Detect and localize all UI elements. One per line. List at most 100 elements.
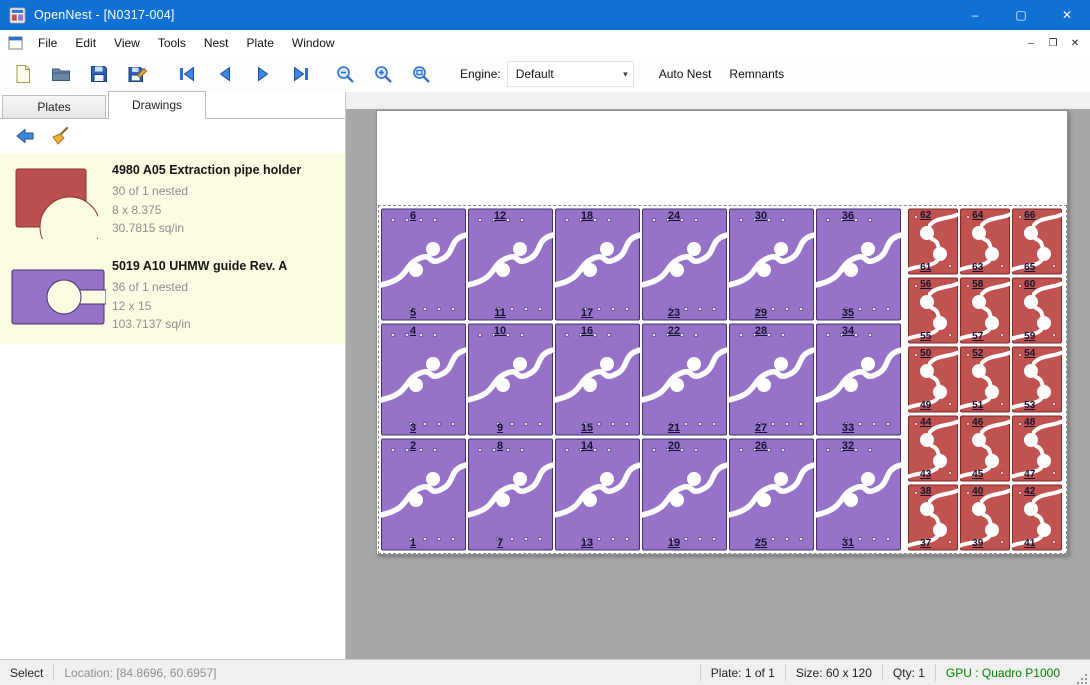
nested-part-pair[interactable]: 2221 <box>641 322 728 437</box>
menu-window[interactable]: Window <box>283 31 344 55</box>
part-number: 56 <box>920 279 931 290</box>
mdi-close-button[interactable]: ✕ <box>1064 34 1086 52</box>
drawing-area: 30.7815 sq/in <box>112 219 301 238</box>
nested-part-pair[interactable]: 1817 <box>554 207 641 322</box>
menu-plate[interactable]: Plate <box>238 31 283 55</box>
resize-grip-icon[interactable] <box>1070 658 1090 685</box>
next-plate-button[interactable] <box>246 59 280 89</box>
app-icon <box>9 7 26 24</box>
part-pair-shape <box>959 276 1011 345</box>
drawing-list: 4980 A05 Extraction pipe holder 30 of 1 … <box>0 153 345 660</box>
remnants-button[interactable]: Remnants <box>720 60 793 88</box>
nested-part-pair[interactable]: 5049 <box>907 345 959 414</box>
nested-part-pair[interactable]: 1211 <box>467 207 554 322</box>
new-file-icon <box>13 64 33 84</box>
nested-part-pair[interactable]: 4847 <box>1011 414 1063 483</box>
part-number: 10 <box>494 325 506 337</box>
nested-part-pair[interactable]: 4645 <box>959 414 1011 483</box>
nested-part-pair[interactable]: 6059 <box>1011 276 1063 345</box>
part-number: 14 <box>581 440 593 452</box>
nested-part-pair[interactable]: 6665 <box>1011 207 1063 276</box>
minimize-button[interactable]: – <box>952 0 998 30</box>
menu-view[interactable]: View <box>105 31 149 55</box>
part-number: 22 <box>668 325 680 337</box>
nested-part-pair[interactable]: 109 <box>467 322 554 437</box>
nested-part-pair[interactable]: 2827 <box>728 322 815 437</box>
menu-tools[interactable]: Tools <box>149 31 195 55</box>
part-number: 12 <box>494 210 506 222</box>
drawing-size: 12 x 15 <box>112 297 287 316</box>
part-thumbnail-red <box>8 157 108 239</box>
next-arrow-icon <box>253 64 273 84</box>
last-plate-button[interactable] <box>284 59 318 89</box>
nested-part-pair[interactable]: 4443 <box>907 414 959 483</box>
part-number: 36 <box>842 210 854 222</box>
nest-canvas[interactable]: 6512111817242330293635431091615222128273… <box>346 92 1090 660</box>
nested-part-pair[interactable]: 5857 <box>959 276 1011 345</box>
part-number: 55 <box>920 331 931 342</box>
part-number: 54 <box>1024 348 1035 359</box>
part-pair-shape <box>380 437 467 552</box>
content-area: Plates Drawings <box>0 92 1090 660</box>
auto-nest-button[interactable]: Auto Nest <box>650 60 721 88</box>
tab-drawings[interactable]: Drawings <box>108 91 206 119</box>
save-button[interactable] <box>82 59 116 89</box>
nested-part-pair[interactable]: 4039 <box>959 483 1011 552</box>
part-number: 59 <box>1024 331 1035 342</box>
nested-part-pair[interactable]: 3231 <box>815 437 902 552</box>
menu-file[interactable]: File <box>29 31 66 55</box>
mdi-restore-button[interactable]: ❐ <box>1042 34 1064 52</box>
drawing-title: 4980 A05 Extraction pipe holder <box>112 163 301 177</box>
nested-part-pair[interactable]: 5453 <box>1011 345 1063 414</box>
mdi-minimize-button[interactable]: – <box>1020 34 1042 52</box>
nested-part-pair[interactable]: 65 <box>380 207 467 322</box>
drawing-nested: 36 of 1 nested <box>112 278 287 297</box>
previous-plate-button[interactable] <box>208 59 242 89</box>
nested-part-pair[interactable]: 5251 <box>959 345 1011 414</box>
engine-select[interactable]: Default ▾ <box>507 61 634 87</box>
nested-part-pair[interactable]: 3837 <box>907 483 959 552</box>
nested-part-pair[interactable]: 56 55 <box>907 276 959 345</box>
nested-part-pair[interactable]: 21 <box>380 437 467 552</box>
save-as-button[interactable] <box>120 59 154 89</box>
nested-part-pair[interactable]: 3029 <box>728 207 815 322</box>
part-pair-shape <box>815 437 902 552</box>
part-pair-shape <box>728 437 815 552</box>
chevron-down-icon: ▾ <box>623 69 628 80</box>
nested-part-pair[interactable]: 1413 <box>554 437 641 552</box>
menu-edit[interactable]: Edit <box>66 31 105 55</box>
nested-part-pair[interactable]: 87 <box>467 437 554 552</box>
menu-nest[interactable]: Nest <box>195 31 238 55</box>
part-pair-shape <box>641 437 728 552</box>
import-drawing-button[interactable] <box>10 123 40 150</box>
close-button[interactable]: ✕ <box>1044 0 1090 30</box>
nested-part-pair[interactable]: 2423 <box>641 207 728 322</box>
part-number: 63 <box>972 262 983 273</box>
clear-drawings-button[interactable] <box>46 123 76 150</box>
part-number: 39 <box>972 538 983 549</box>
nested-part-pair[interactable]: 4241 <box>1011 483 1063 552</box>
nested-part-pair[interactable]: 6261 <box>907 207 959 276</box>
drawing-item-1[interactable]: 4980 A05 Extraction pipe holder 30 of 1 … <box>0 153 345 249</box>
open-button[interactable] <box>44 59 78 89</box>
nested-part-pair[interactable]: 3635 <box>815 207 902 322</box>
nested-part-pair[interactable]: 1615 <box>554 322 641 437</box>
first-arrow-icon <box>177 64 197 84</box>
nested-part-pair[interactable]: 2019 <box>641 437 728 552</box>
part-number: 64 <box>972 210 983 221</box>
tab-plates[interactable]: Plates <box>2 95 106 118</box>
part-pair-shape <box>728 322 815 437</box>
zoom-fit-button[interactable] <box>404 59 438 89</box>
status-plate: Plate: 1 of 1 <box>701 666 785 680</box>
part-number: 16 <box>581 325 593 337</box>
nested-part-pair[interactable]: 2625 <box>728 437 815 552</box>
nested-part-pair[interactable]: 3433 <box>815 322 902 437</box>
zoom-out-button[interactable] <box>328 59 362 89</box>
zoom-in-button[interactable] <box>366 59 400 89</box>
new-button[interactable] <box>6 59 40 89</box>
drawing-item-2[interactable]: 5019 A10 UHMW guide Rev. A 36 of 1 neste… <box>0 249 345 344</box>
nested-part-pair[interactable]: 43 <box>380 322 467 437</box>
first-plate-button[interactable] <box>170 59 204 89</box>
nested-part-pair[interactable]: 64 63 <box>959 207 1011 276</box>
maximize-button[interactable]: ▢ <box>998 0 1044 30</box>
